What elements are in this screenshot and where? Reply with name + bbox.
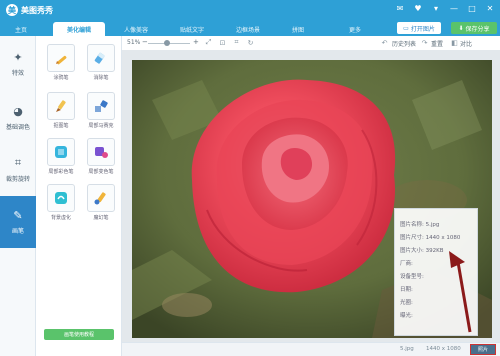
brush-tutorial-button[interactable]: 画笔使用教程 bbox=[44, 329, 114, 340]
sidebar-item-basic-color[interactable]: ◕ 基础调色 bbox=[0, 92, 36, 144]
open-image-label: 打开图片 bbox=[410, 25, 435, 33]
info-model: 设备型号: bbox=[400, 273, 424, 280]
tool-label: 魔幻笔 bbox=[93, 215, 109, 221]
color-pen-icon bbox=[47, 138, 75, 166]
mosaic-icon bbox=[87, 92, 115, 120]
info-filename: 图片名称: 5.jpg bbox=[400, 221, 440, 228]
maximize-icon[interactable]: □ bbox=[466, 2, 478, 14]
crop-icon: ⌗ bbox=[14, 156, 22, 169]
zoom-level: 51% bbox=[127, 39, 141, 46]
tool-eraser-pen[interactable]: 消除笔 bbox=[84, 44, 118, 84]
status-bar: 5.jpg 1440 x 1080 照片 bbox=[122, 342, 500, 356]
info-aperture: 光圈: bbox=[400, 299, 413, 306]
tool-local-mosaic[interactable]: 局部马赛克 bbox=[84, 92, 118, 132]
tool-doodle-pen[interactable]: 涂鸦笔 bbox=[44, 44, 78, 84]
eraser-pen-icon bbox=[87, 44, 115, 72]
canvas-toolbar: 51% − + ⤢ ⊡ ⌗ ↻ ↶ 历史列表 ↷ 重置 ◧ 对比 bbox=[122, 36, 500, 50]
info-filesize: 图片大小: 392KB bbox=[400, 247, 444, 254]
title-bar: 美 美图秀秀 ✉ ♥ ▾ — □ ✕ bbox=[0, 0, 500, 20]
skin-icon[interactable]: ♥ bbox=[412, 2, 424, 14]
sidebar-item-effects[interactable]: ✦ 特效 bbox=[0, 38, 36, 90]
tool-label: 局部马赛克 bbox=[88, 123, 114, 129]
undo-icon[interactable]: ↶ bbox=[380, 38, 389, 47]
tab-home[interactable]: 主页 bbox=[3, 22, 39, 36]
sidebar-item-crop-rotate[interactable]: ⌗ 裁剪旋转 bbox=[0, 144, 36, 196]
fit-screen-icon[interactable]: ⤢ bbox=[204, 38, 213, 47]
tool-label: 局部彩色笔 bbox=[48, 169, 74, 175]
tool-local-recolor-pen[interactable]: 局部变色笔 bbox=[84, 138, 118, 178]
sidebar-item-label: 画笔 bbox=[11, 228, 24, 235]
sidebar-item-label: 基础调色 bbox=[5, 124, 30, 131]
compare-icon[interactable]: ◧ bbox=[450, 38, 459, 47]
save-share-label: 保存分享 bbox=[465, 25, 490, 33]
tab-portrait[interactable]: 人像美容 bbox=[110, 22, 162, 36]
info-date: 日期: bbox=[400, 286, 413, 293]
save-icon: ⬇ bbox=[458, 24, 464, 32]
blur-icon bbox=[47, 184, 75, 212]
save-share-button[interactable]: ⬇ 保存分享 bbox=[451, 22, 497, 34]
tool-background-blur[interactable]: 背景虚化 bbox=[44, 184, 78, 224]
redo-icon[interactable]: ↷ bbox=[420, 38, 429, 47]
status-dimensions: 1440 x 1080 bbox=[426, 346, 461, 352]
info-dimensions: 图片尺寸: 1440 x 1080 bbox=[400, 234, 461, 241]
cutout-brush-icon bbox=[47, 92, 75, 120]
tool-label: 局部变色笔 bbox=[88, 169, 114, 175]
tool-label: 背景虚化 bbox=[50, 215, 71, 221]
actual-size-icon[interactable]: ⊡ bbox=[218, 38, 227, 47]
message-icon[interactable]: ✉ bbox=[394, 2, 406, 14]
history-list-button[interactable]: 历史列表 bbox=[392, 39, 416, 48]
tool-label: 消除笔 bbox=[93, 75, 109, 81]
close-icon[interactable]: ✕ bbox=[484, 2, 496, 14]
open-image-button[interactable]: ▭ 打开图片 bbox=[397, 22, 441, 34]
folder-icon: ▭ bbox=[403, 24, 409, 32]
reset-button[interactable]: 重置 bbox=[431, 39, 443, 48]
compare-button[interactable]: 对比 bbox=[460, 39, 472, 48]
tab-frames[interactable]: 边框场景 bbox=[222, 22, 274, 36]
crop-icon[interactable]: ⌗ bbox=[232, 38, 241, 47]
tool-label: 涂鸦笔 bbox=[53, 75, 69, 81]
pencil-icon bbox=[47, 44, 75, 72]
brush-icon: ✎ bbox=[13, 208, 23, 222]
tab-more[interactable]: 更多 bbox=[335, 22, 375, 36]
info-maker: 厂商: bbox=[400, 260, 413, 267]
zoom-out-button[interactable]: − bbox=[142, 38, 148, 46]
palette-icon: ◕ bbox=[13, 104, 23, 118]
tool-local-color-pen[interactable]: 局部彩色笔 bbox=[44, 138, 78, 178]
status-filename: 5.jpg bbox=[400, 346, 414, 352]
brush-tools-panel: 涂鸦笔 消除笔 抠图笔 局部马赛克 局部彩色笔 局部变色笔 背景虚化 魔幻笔 画… bbox=[36, 36, 122, 356]
zoom-slider-handle[interactable] bbox=[164, 40, 170, 46]
tab-stickers[interactable]: 贴纸文字 bbox=[166, 22, 218, 36]
image-info-popup: 图片名称: 5.jpg 图片尺寸: 1440 x 1080 图片大小: 392K… bbox=[394, 208, 478, 336]
menu-icon[interactable]: ▾ bbox=[430, 2, 442, 14]
main-tabs: 主页 美化编辑 人像美容 贴纸文字 边框场景 拼图 更多 ▭ 打开图片 ⬇ 保存… bbox=[0, 20, 500, 36]
sidebar-item-label: 裁剪旋转 bbox=[5, 176, 30, 183]
sidebar-item-brush[interactable]: ✎ 画笔 bbox=[0, 196, 36, 248]
tab-beautify[interactable]: 美化编辑 bbox=[53, 22, 105, 36]
tab-collage[interactable]: 拼图 bbox=[276, 22, 320, 36]
magic-pen-icon bbox=[87, 184, 115, 212]
tool-magic-pen[interactable]: 魔幻笔 bbox=[84, 184, 118, 224]
info-exposure: 曝光: bbox=[400, 312, 413, 319]
tool-label: 抠图笔 bbox=[53, 123, 69, 129]
sidebar: ✦ 特效 ◕ 基础调色 ⌗ 裁剪旋转 ✎ 画笔 bbox=[0, 36, 36, 356]
sidebar-item-label: 特效 bbox=[11, 70, 24, 77]
image-info-button[interactable]: 照片 bbox=[470, 344, 496, 355]
recolor-pen-icon bbox=[87, 138, 115, 166]
tool-cutout-pen[interactable]: 抠图笔 bbox=[44, 92, 78, 132]
logo-icon: 美 bbox=[6, 4, 18, 16]
app-title: 美图秀秀 bbox=[21, 5, 53, 15]
magic-wand-icon: ✦ bbox=[13, 50, 23, 64]
minimize-icon[interactable]: — bbox=[448, 2, 460, 14]
zoom-in-button[interactable]: + bbox=[193, 38, 199, 46]
app-logo: 美 美图秀秀 bbox=[6, 4, 53, 16]
rotate-icon[interactable]: ↻ bbox=[246, 38, 255, 47]
